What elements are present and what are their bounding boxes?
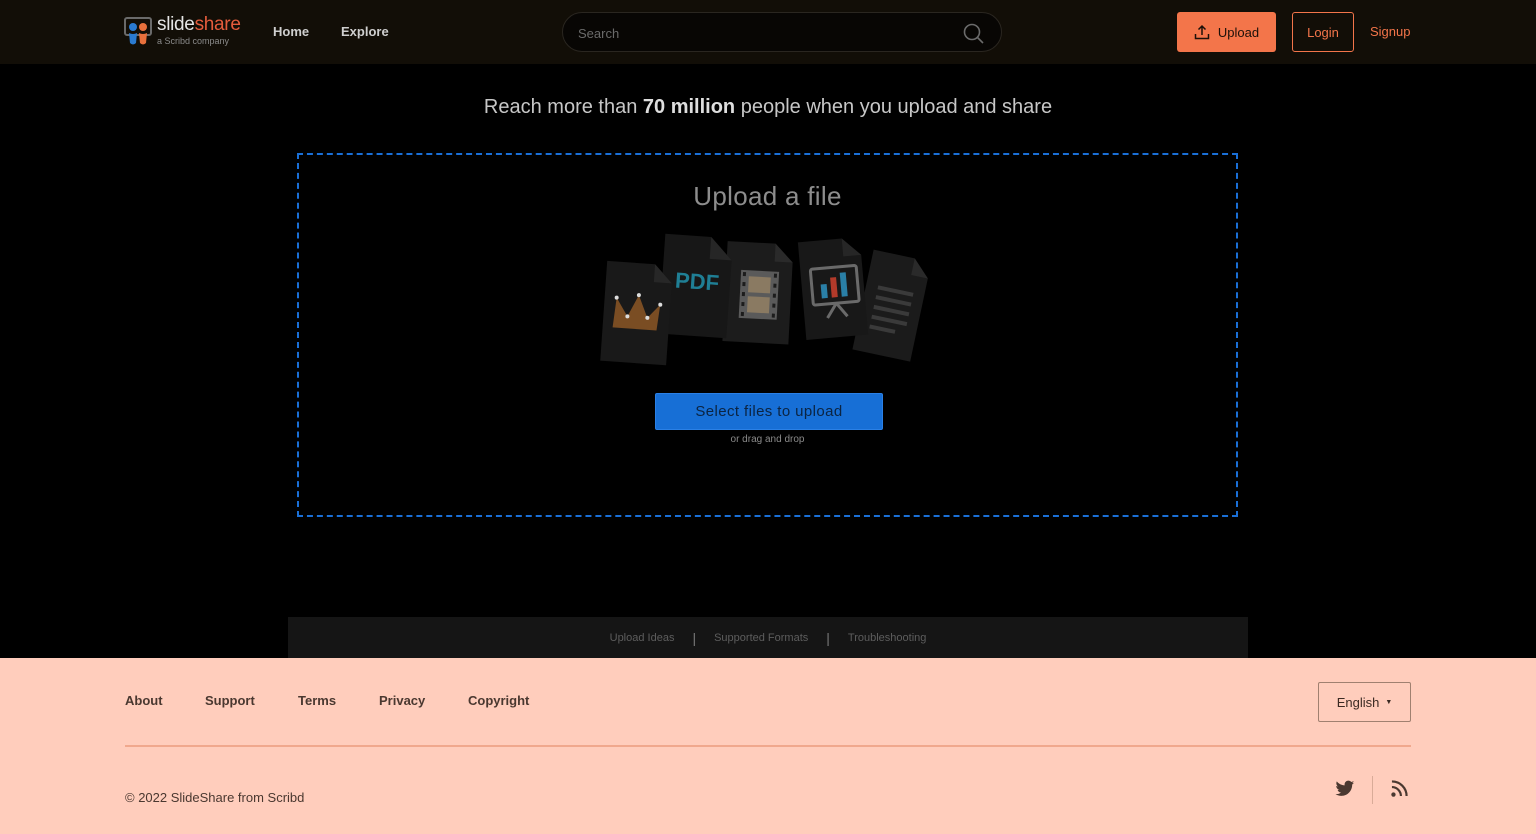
slideshow-chart-icon xyxy=(797,238,869,340)
page-footer: About Support Terms Privacy Copyright En… xyxy=(0,658,1536,834)
signup-link[interactable]: Signup xyxy=(1370,24,1410,39)
file-types-illustration: PDF xyxy=(600,233,928,366)
pdf-file-label: PDF xyxy=(674,268,720,296)
search-input[interactable] xyxy=(578,23,938,43)
twitter-icon[interactable] xyxy=(1335,780,1355,798)
top-header: slideshare a Scribd company Home Explore… xyxy=(0,0,1536,64)
slideshare-logo[interactable]: slideshare a Scribd company xyxy=(124,14,244,49)
upload-dropzone[interactable]: Upload a file PDF Select files to upload… xyxy=(297,153,1238,517)
upload-title: Upload a file xyxy=(693,181,842,211)
footer-privacy-link[interactable]: Privacy xyxy=(379,693,425,708)
upload-ideas-link[interactable]: Upload Ideas xyxy=(610,632,675,644)
social-divider xyxy=(1372,776,1373,804)
language-selector[interactable]: English ▼ xyxy=(1318,682,1411,722)
search-box xyxy=(562,12,1002,52)
footer-about-link[interactable]: About xyxy=(125,693,163,708)
supported-formats-link[interactable]: Supported Formats xyxy=(714,632,808,644)
nav-home[interactable]: Home xyxy=(273,24,309,39)
nav-explore[interactable]: Explore xyxy=(341,24,389,39)
upload-tagline: Reach more than 70 million people when y… xyxy=(483,96,1053,118)
language-label: English xyxy=(1336,694,1380,710)
logo-tagline: a Scribd company xyxy=(157,36,230,46)
help-separator: | xyxy=(692,629,697,646)
search-icon[interactable] xyxy=(963,23,984,44)
copyright-text: © 2022 SlideShare from Scribd xyxy=(125,790,305,805)
logo-wordmark: slideshare xyxy=(157,14,241,35)
slideshare-logo-icon xyxy=(124,17,152,45)
footer-copyright-link[interactable]: Copyright xyxy=(468,693,529,708)
footer-support-link[interactable]: Support xyxy=(205,693,255,708)
footer-terms-link[interactable]: Terms xyxy=(298,693,336,708)
drag-drop-hint: or drag and drop xyxy=(730,434,805,445)
video-file-icon xyxy=(722,241,793,345)
select-files-button[interactable]: Select files to upload xyxy=(655,393,883,430)
login-button[interactable]: Login xyxy=(1292,12,1354,52)
upload-icon xyxy=(1194,24,1210,40)
presentation-crown-icon xyxy=(600,260,672,366)
upload-button[interactable]: Upload xyxy=(1177,12,1276,52)
help-separator: | xyxy=(826,629,830,646)
footer-divider xyxy=(125,745,1411,747)
upload-help-bar: Upload Ideas | Supported Formats | Troub… xyxy=(288,617,1248,658)
chevron-down-icon: ▼ xyxy=(1385,699,1393,706)
upload-button-label: Upload xyxy=(1217,24,1260,40)
rss-icon[interactable] xyxy=(1391,780,1408,797)
troubleshooting-link[interactable]: Troubleshooting xyxy=(848,632,926,644)
